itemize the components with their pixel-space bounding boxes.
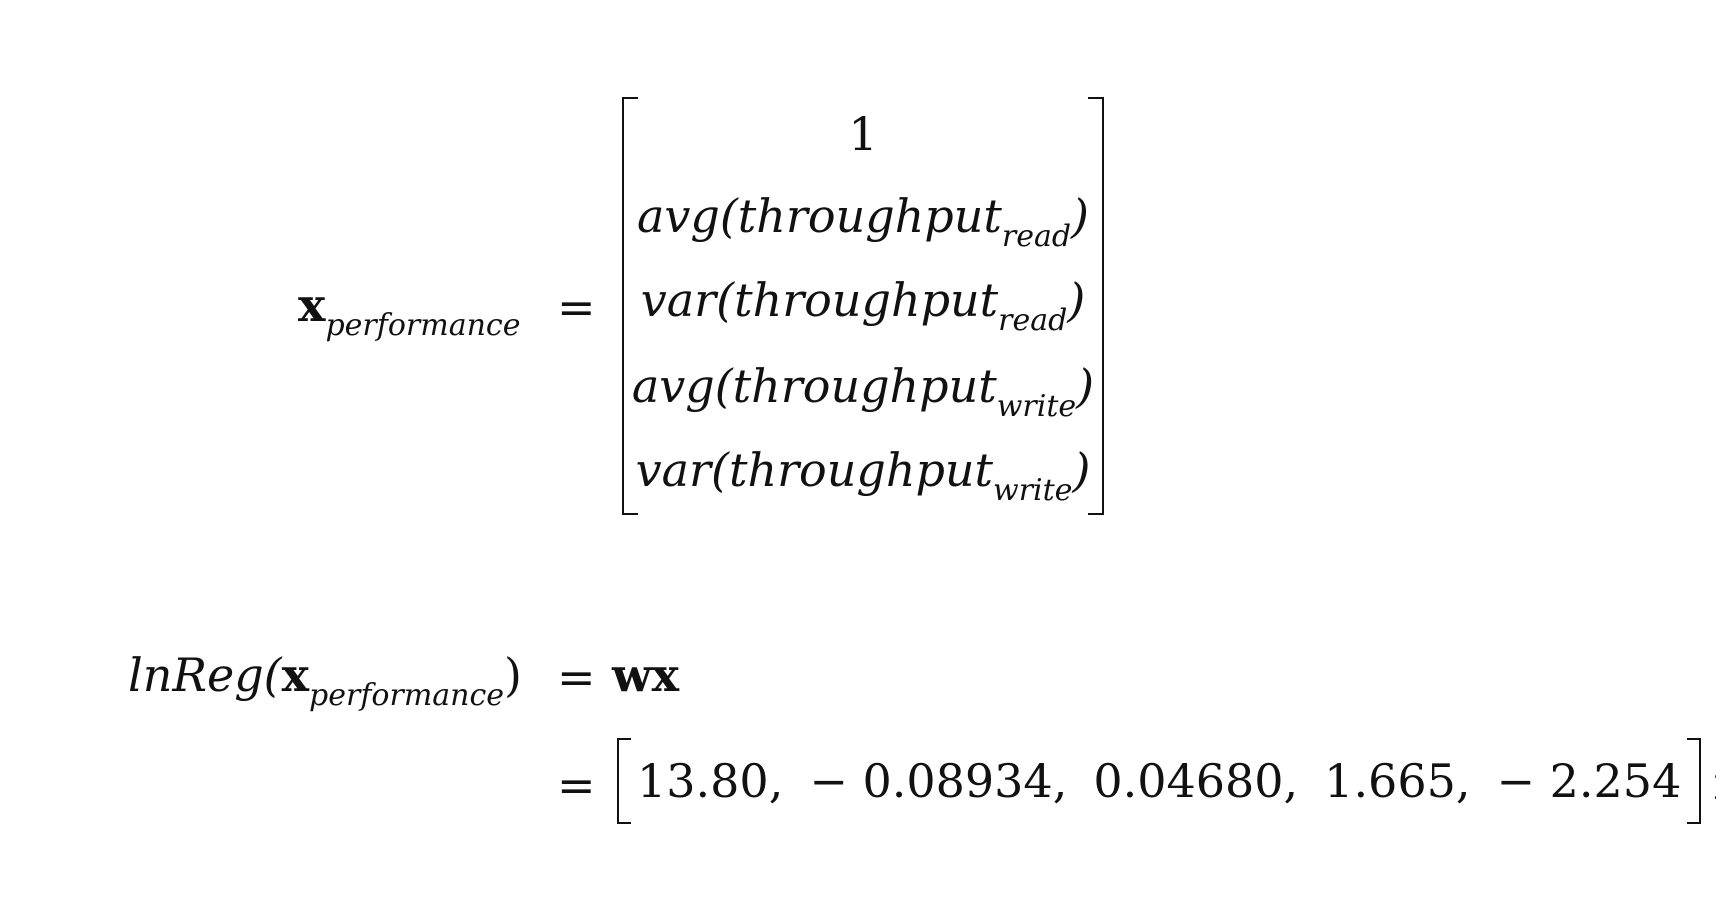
wx-product: wx	[612, 648, 680, 702]
eq2-equals: =	[557, 650, 596, 704]
weight-value: − 2.254	[1496, 754, 1682, 808]
close-paren: )	[504, 648, 522, 702]
eq3-equals: =	[557, 758, 596, 812]
x-vector-symbol: x	[281, 648, 310, 702]
lnreg-function: lnReg(	[128, 648, 282, 702]
matrix-entry-4: avg(throughputwrite)	[631, 359, 1095, 424]
eq1-equals: =	[557, 280, 596, 334]
matrix-entry-3: var(throughputread)	[640, 273, 1086, 338]
right-bracket	[1687, 738, 1702, 824]
eq1-lhs: xperformance	[298, 278, 520, 343]
left-bracket	[617, 738, 631, 824]
weight-values: 13.80, − 0.08934, 0.04680, 1.665, − 2.254	[617, 738, 1701, 824]
weight-value: 0.04680,	[1093, 754, 1299, 808]
weight-value: 1.665,	[1324, 754, 1471, 808]
weight-value: − 0.08934,	[809, 754, 1068, 808]
x-vector-symbol: x	[298, 278, 326, 332]
eq2-lhs: lnReg(xperformance)	[128, 648, 522, 713]
weight-row-vector: 13.80, − 0.08934, 0.04680, 1.665, − 2.254	[617, 738, 1702, 824]
matrix-entry-5: var(throughputwrite)	[635, 443, 1091, 508]
weight-value: 13.80,	[637, 754, 784, 808]
matrix-entry-2: avg(throughputread)	[636, 189, 1089, 254]
x-subscript: performance	[325, 308, 521, 343]
x-subscript: performance	[309, 678, 505, 713]
feature-vector-matrix: 1 avg(throughputread) var(throughputread…	[622, 97, 1104, 515]
matrix-entry-1: 1	[848, 107, 878, 161]
